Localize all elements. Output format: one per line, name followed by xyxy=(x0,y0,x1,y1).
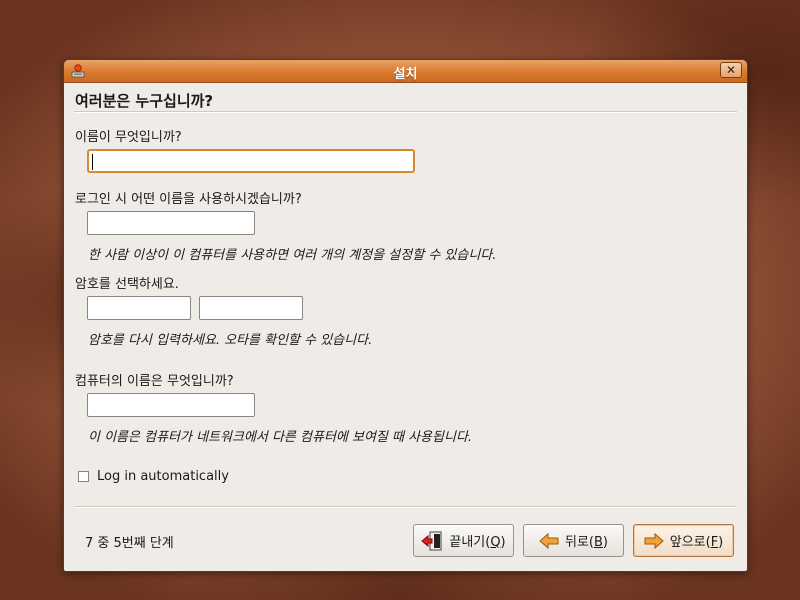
autologin-label[interactable]: Log in automatically xyxy=(97,469,229,484)
heading-divider xyxy=(74,111,737,113)
password-field[interactable] xyxy=(87,296,191,320)
computer-name-hint: 이 이름은 컴퓨터가 네트워크에서 다른 컴퓨터에 보여질 때 사용됩니다. xyxy=(88,430,473,445)
quit-icon xyxy=(421,531,443,551)
password-confirm-field[interactable] xyxy=(199,296,303,320)
close-button[interactable]: ✕ xyxy=(720,62,742,78)
password-hint: 암호를 다시 입력하세요. 오타를 확인할 수 있습니다. xyxy=(88,333,373,348)
forward-arrow-icon xyxy=(644,532,664,550)
back-mnemonic: B xyxy=(594,535,603,550)
text-caret xyxy=(92,154,93,170)
name-label: 이름이 무엇입니까? xyxy=(75,130,182,145)
login-name-field[interactable] xyxy=(87,211,255,235)
page-title: 여러분은 누구십니까? xyxy=(75,92,214,110)
back-arrow-icon xyxy=(539,532,559,550)
back-button[interactable]: 뒤로(B) xyxy=(523,524,624,557)
autologin-option[interactable]: Log in automatically xyxy=(78,469,229,484)
forward-button-label: 앞으로( xyxy=(669,535,711,550)
full-name-field[interactable] xyxy=(87,149,415,173)
computer-name-label: 컴퓨터의 이름은 무엇입니까? xyxy=(75,374,234,389)
forward-button[interactable]: 앞으로(F) xyxy=(633,524,734,557)
password-label: 암호를 선택하세요. xyxy=(75,277,179,292)
quit-button-label: 끝내기( xyxy=(449,535,491,550)
close-icon: ✕ xyxy=(725,63,737,77)
installer-window: 설치 ✕ 여러분은 누구십니까? 이름이 무엇입니까? 로그인 시 어떤 이름을… xyxy=(63,59,748,572)
back-label-suffix: ) xyxy=(602,535,608,550)
computer-name-field[interactable] xyxy=(87,393,255,417)
step-indicator: 7 중 5번째 단계 xyxy=(85,536,174,551)
autologin-checkbox[interactable] xyxy=(78,471,89,482)
login-name-label: 로그인 시 어떤 이름을 사용하시겠습니까? xyxy=(75,192,302,207)
forward-label-suffix: ) xyxy=(718,535,724,550)
login-hint: 한 사람 이상이 이 컴퓨터를 사용하면 여러 개의 계정을 설정할 수 있습니… xyxy=(88,248,497,263)
quit-label-suffix: ) xyxy=(500,535,506,550)
window-title: 설치 xyxy=(393,67,418,82)
back-button-label: 뒤로( xyxy=(565,535,594,550)
title-bar[interactable]: 설치 ✕ xyxy=(64,60,747,83)
quit-button[interactable]: 끝내기(Q) xyxy=(413,524,514,557)
quit-mnemonic: Q xyxy=(490,535,501,550)
footer-divider xyxy=(74,506,737,508)
